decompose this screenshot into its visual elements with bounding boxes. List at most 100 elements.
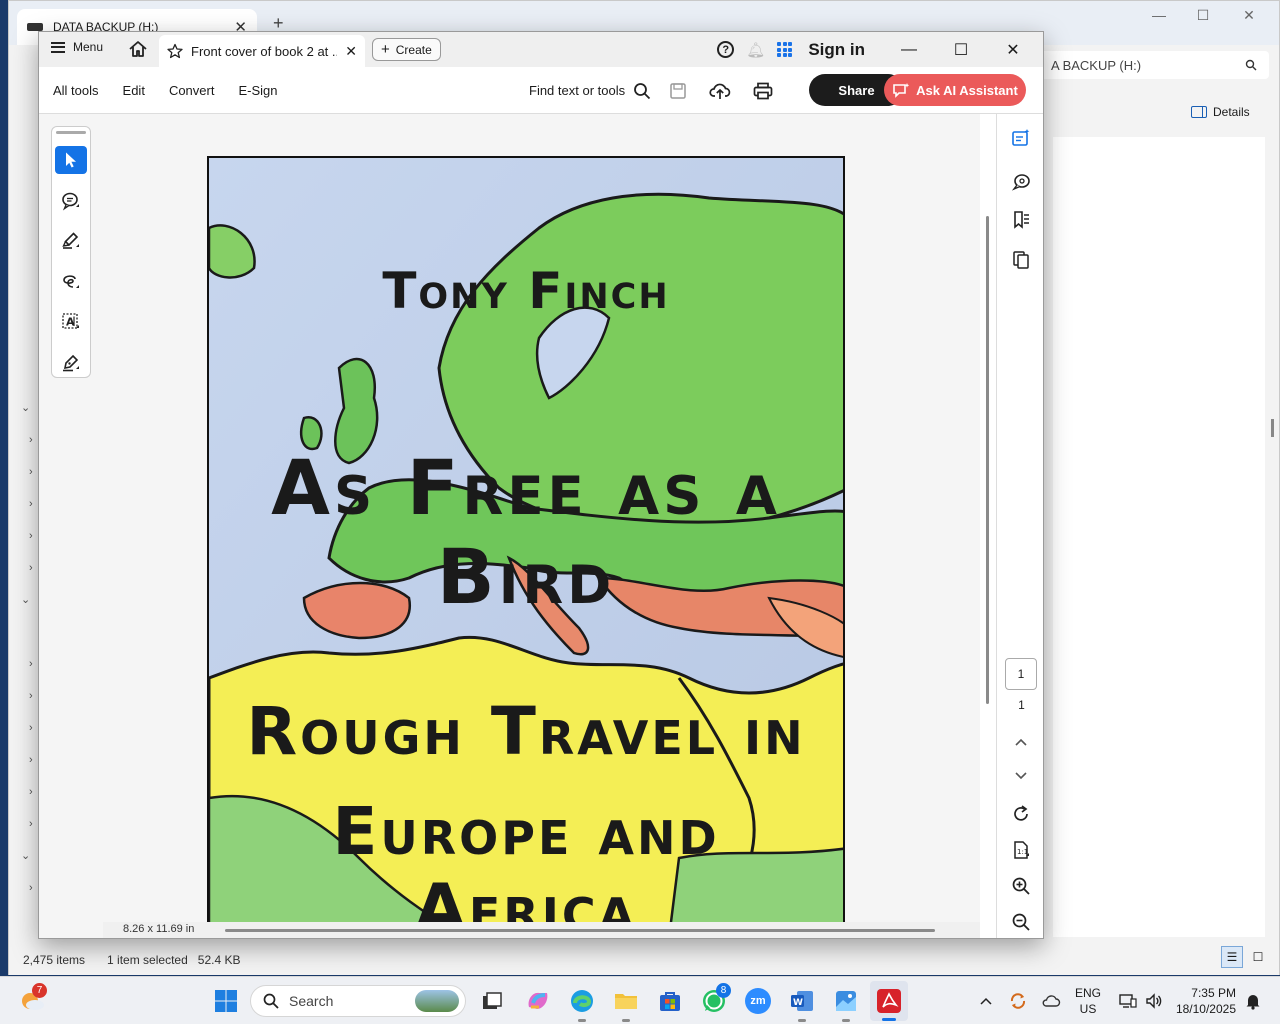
create-button[interactable]: + Create (372, 38, 441, 61)
star-icon[interactable] (167, 43, 183, 59)
bookmark-icon[interactable] (1009, 208, 1033, 232)
close-button[interactable]: ✕ (1229, 7, 1269, 24)
drive-icon (27, 23, 43, 31)
notifications-button[interactable] (1242, 977, 1264, 1024)
onedrive-tray-icon[interactable] (1040, 977, 1062, 1024)
taskbar: 7 Search 8 zm W ENG US 7:35 PM 18/10/202… (0, 976, 1280, 1024)
start-button[interactable] (212, 977, 240, 1024)
chevron-right-icon[interactable]: › (29, 722, 33, 734)
menu-button[interactable]: Menu (51, 40, 103, 54)
maximize-button[interactable]: ☐ (941, 40, 981, 60)
svg-text:1:1: 1:1 (1017, 848, 1028, 856)
select-tool[interactable] (55, 145, 87, 175)
help-icon[interactable]: ? (717, 41, 735, 58)
page-total: 1 (1018, 698, 1025, 712)
chevron-right-icon[interactable]: › (29, 530, 33, 542)
all-tools-menu[interactable]: All tools (53, 83, 99, 98)
fit-page-icon[interactable]: 1:1 (1009, 838, 1033, 862)
show-hidden-icons-button[interactable] (978, 977, 994, 1024)
chevron-right-icon[interactable]: › (29, 658, 33, 670)
create-label: Create (395, 42, 432, 57)
freehand-icon (63, 275, 79, 288)
details-view-icon[interactable]: ☰ (1221, 946, 1243, 968)
rotate-icon[interactable] (1009, 802, 1033, 826)
zoom-out-icon[interactable] (1009, 910, 1033, 934)
page-number-input[interactable]: 1 (1005, 658, 1037, 690)
apps-grid-icon[interactable] (777, 42, 793, 57)
zoom-in-icon[interactable] (1009, 874, 1033, 898)
tiles-view-icon[interactable]: ☐ (1247, 946, 1269, 968)
chevron-right-icon[interactable]: › (29, 754, 33, 766)
chevron-right-icon[interactable]: › (29, 882, 33, 894)
save-icon[interactable] (669, 82, 687, 100)
edit-menu[interactable]: Edit (123, 83, 145, 98)
store-button[interactable] (656, 977, 684, 1024)
details-pane-button[interactable]: Details (1191, 105, 1250, 119)
vertical-scrollbar[interactable] (986, 216, 989, 704)
photos-button[interactable] (832, 977, 860, 1024)
zoom-app-button[interactable]: zm (744, 977, 772, 1024)
sign-in-button[interactable]: Sign in (808, 40, 865, 60)
chevron-down-icon[interactable]: ⌄ (21, 401, 30, 414)
drag-handle[interactable] (56, 131, 86, 134)
language-indicator[interactable]: ENG US (1072, 985, 1104, 1017)
task-view-button[interactable] (480, 977, 504, 1024)
whatsapp-button[interactable]: 8 (700, 977, 731, 1024)
chevron-right-icon[interactable]: › (29, 818, 33, 830)
edge-button[interactable] (568, 977, 596, 1024)
chevron-down-icon[interactable]: ⌄ (21, 849, 30, 862)
document-viewer[interactable]: Tony Finch As Free as a Bird Rough Trave… (103, 114, 980, 922)
home-icon[interactable] (127, 38, 149, 60)
comments-panel-icon[interactable] (1009, 170, 1033, 194)
horizontal-scrollbar[interactable] (225, 929, 935, 932)
minimize-button[interactable]: — (889, 41, 929, 59)
chevron-right-icon[interactable]: › (29, 562, 33, 574)
weather-widget[interactable]: 7 (16, 977, 48, 1024)
print-icon[interactable] (753, 82, 773, 100)
file-explorer-button[interactable] (612, 977, 640, 1024)
sync-tray-icon[interactable] (1006, 977, 1030, 1024)
chevron-right-icon[interactable]: › (29, 690, 33, 702)
plus-icon: + (381, 41, 390, 58)
chevron-right-icon[interactable]: › (29, 498, 33, 510)
find-tools-button[interactable]: Find text or tools (529, 67, 651, 114)
sign-tool[interactable] (55, 349, 87, 378)
chevron-up-icon[interactable] (1009, 730, 1033, 754)
highlight-tool[interactable] (55, 227, 87, 256)
acrobat-button[interactable] (870, 981, 908, 1021)
esign-menu[interactable]: E-Sign (238, 83, 277, 98)
clock[interactable]: 7:35 PM 18/10/2025 (1176, 985, 1236, 1017)
address-bar[interactable]: A BACKUP (H:) (1039, 51, 1269, 79)
word-button[interactable]: W (788, 977, 816, 1024)
maximize-button[interactable]: ☐ (1183, 7, 1223, 24)
text-tool[interactable]: A (55, 308, 87, 337)
chevron-down-icon[interactable] (1009, 764, 1033, 788)
chevron-right-icon[interactable]: › (29, 786, 33, 798)
chevron-down-icon[interactable]: ⌄ (21, 593, 30, 606)
explorer-scrollbar[interactable] (1271, 419, 1274, 437)
copilot-button[interactable] (524, 977, 552, 1024)
ai-summary-icon[interactable] (1009, 126, 1033, 150)
draw-tool[interactable] (55, 267, 87, 296)
pages-thumbnails-icon[interactable] (1009, 248, 1033, 272)
comment-tool[interactable] (55, 186, 87, 215)
acrobat-icon (877, 989, 901, 1013)
network-icon (1119, 994, 1137, 1008)
taskbar-search[interactable]: Search (250, 985, 466, 1017)
bell-icon[interactable]: 🔔︎ (746, 41, 765, 59)
minimize-button[interactable]: — (1139, 7, 1179, 23)
chevron-right-icon[interactable]: › (29, 466, 33, 478)
pdf-page[interactable]: Tony Finch As Free as a Bird Rough Trave… (207, 156, 845, 922)
active-indicator (882, 1018, 896, 1021)
convert-menu[interactable]: Convert (169, 83, 215, 98)
explorer-content-pane[interactable] (1053, 137, 1265, 937)
search-icon[interactable] (1245, 59, 1257, 71)
ai-assistant-button[interactable]: Ask AI Assistant (884, 74, 1026, 106)
quick-settings-button[interactable] (1114, 977, 1168, 1024)
close-button[interactable]: ✕ (993, 40, 1033, 60)
close-tab-icon[interactable]: ✕ (345, 43, 357, 60)
document-tab[interactable]: Front cover of book 2 at ... ✕ (159, 35, 365, 67)
chevron-right-icon[interactable]: › (29, 434, 33, 446)
cover-title: As Free as a Bird (271, 443, 781, 621)
upload-cloud-icon[interactable] (709, 82, 731, 100)
